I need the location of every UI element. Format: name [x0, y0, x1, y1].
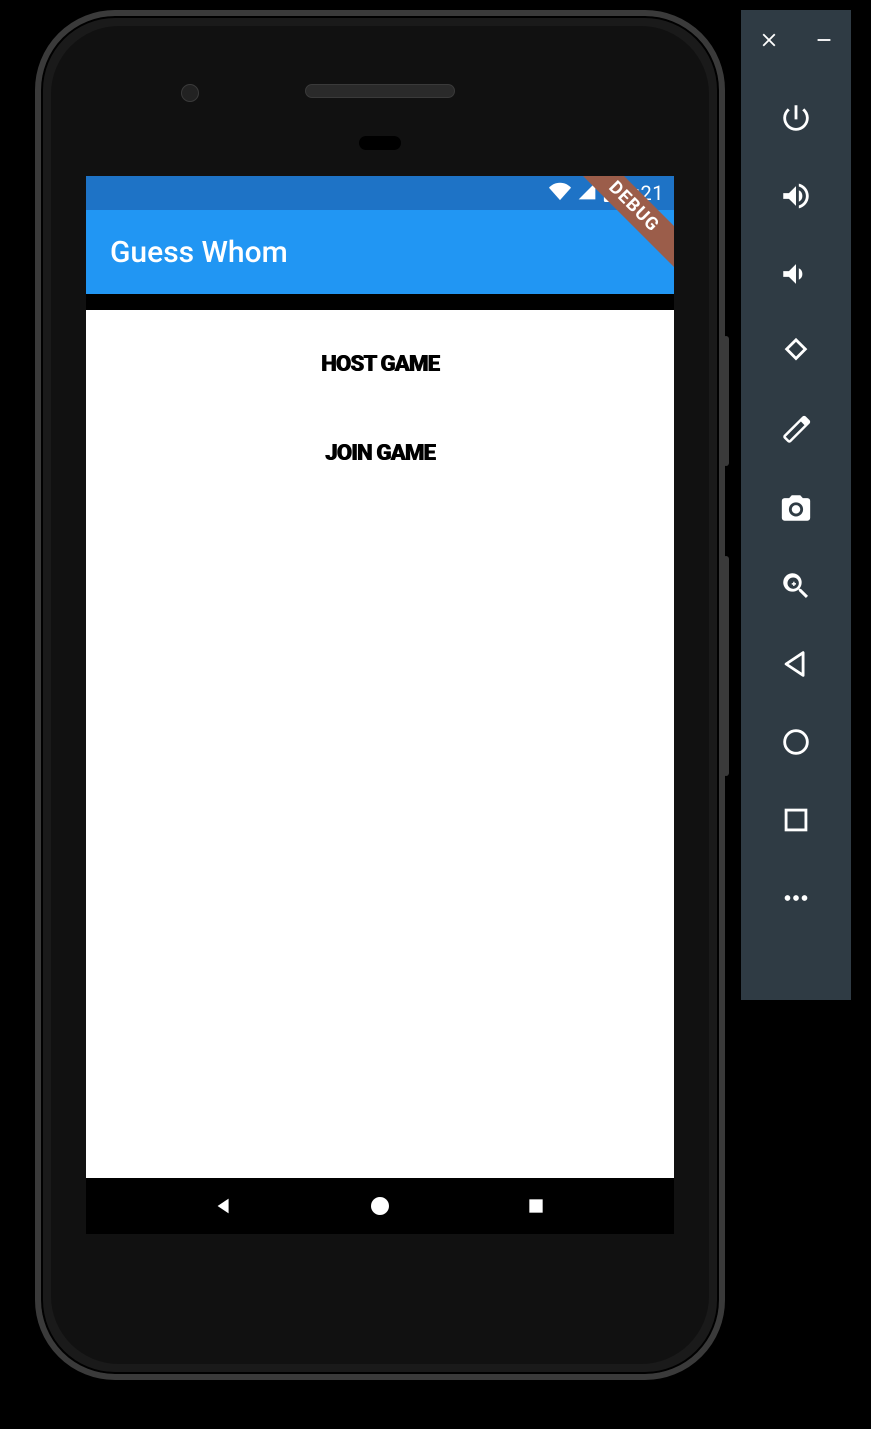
volume-down-icon[interactable]: [776, 254, 816, 294]
zoom-in-icon[interactable]: [776, 566, 816, 606]
wifi-icon: [549, 180, 571, 207]
back-icon[interactable]: [776, 644, 816, 684]
app-body: HOST GAME JOIN GAME: [86, 310, 674, 1178]
home-icon[interactable]: [776, 722, 816, 762]
hardware-button: [723, 336, 729, 466]
device-screen: 8:21 Guess Whom DEBUG HOST GAME JOIN GAM…: [86, 176, 674, 1234]
speaker-grill: [305, 84, 455, 98]
rotate-right-icon[interactable]: [776, 410, 816, 450]
divider: [86, 294, 674, 310]
host-game-button[interactable]: HOST GAME: [301, 340, 460, 389]
app-bar: Guess Whom DEBUG: [86, 210, 674, 294]
camera-icon[interactable]: [776, 488, 816, 528]
power-icon[interactable]: [776, 98, 816, 138]
front-camera: [181, 84, 199, 102]
proximity-sensor: [359, 136, 401, 150]
overview-icon[interactable]: [776, 800, 816, 840]
nav-home-button[interactable]: [365, 1191, 395, 1221]
nav-back-button[interactable]: [209, 1191, 239, 1221]
android-nav-bar: [86, 1178, 674, 1234]
device-frame: 8:21 Guess Whom DEBUG HOST GAME JOIN GAM…: [35, 10, 725, 1380]
nav-overview-button[interactable]: [521, 1191, 551, 1221]
minimize-icon[interactable]: [804, 20, 844, 60]
more-icon[interactable]: [776, 878, 816, 918]
close-icon[interactable]: [749, 20, 789, 60]
join-game-button[interactable]: JOIN GAME: [305, 429, 456, 478]
android-status-bar: 8:21: [86, 176, 674, 210]
volume-up-icon[interactable]: [776, 176, 816, 216]
rotate-left-icon[interactable]: [776, 332, 816, 372]
emulator-toolbar: [741, 10, 851, 1000]
app-title: Guess Whom: [110, 235, 288, 270]
hardware-button: [723, 556, 729, 776]
